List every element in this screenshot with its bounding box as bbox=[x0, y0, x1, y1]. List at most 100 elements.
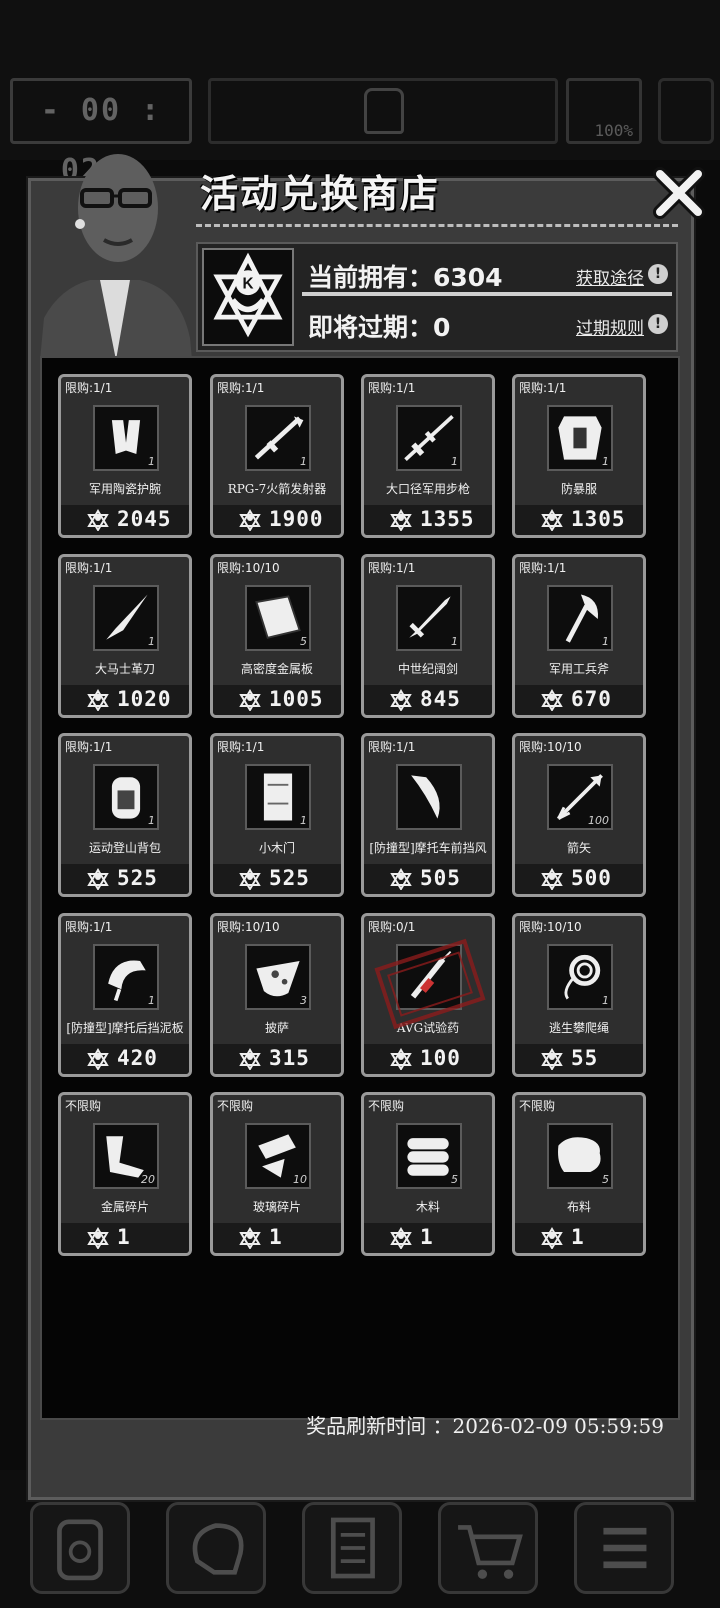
currency-icon bbox=[239, 1048, 261, 1070]
currency-icon bbox=[87, 1048, 109, 1070]
item-name: 军用工兵斧 bbox=[548, 662, 609, 676]
game-timer: - 00 : 02 - bbox=[10, 78, 192, 188]
item-icon-box: 5 bbox=[547, 1123, 613, 1189]
item-icon-box: 1 bbox=[245, 764, 311, 830]
item-name: 运动登山背包 bbox=[88, 841, 161, 855]
nav-skills-button[interactable] bbox=[166, 1502, 266, 1594]
item-price: 525 bbox=[117, 866, 158, 890]
item-price: 500 bbox=[571, 866, 612, 890]
currency-icon bbox=[239, 1227, 261, 1249]
item-price: 420 bbox=[117, 1046, 158, 1070]
item-icon-box: 1 bbox=[93, 405, 159, 471]
item-name: 高密度金属板 bbox=[240, 662, 313, 676]
shop-item-card[interactable]: 限购:1/1 1 军用工兵斧 670 bbox=[512, 554, 646, 718]
health-indicator: 100% bbox=[566, 78, 642, 144]
item-name: 防暴服 bbox=[560, 482, 597, 496]
sold-out-stamp bbox=[374, 938, 486, 1030]
item-quantity: 1 bbox=[148, 455, 155, 468]
price-bar: 1355 bbox=[364, 505, 492, 535]
item-price: 670 bbox=[571, 687, 612, 711]
item-quantity: 5 bbox=[451, 1173, 458, 1186]
hud-bar: - 00 : 02 - 100% bbox=[0, 0, 720, 188]
item-icon-box: 100 bbox=[547, 764, 613, 830]
purchase-limit: 不限购 bbox=[217, 1099, 254, 1113]
price-bar: 2045 bbox=[61, 505, 189, 535]
currency-icon bbox=[541, 868, 563, 890]
item-price: 505 bbox=[420, 866, 461, 890]
shop-item-card[interactable]: 不限购 20 金属碎片 1 bbox=[58, 1092, 192, 1256]
currency-icon bbox=[87, 509, 109, 531]
purchase-limit: 限购:1/1 bbox=[65, 920, 113, 934]
shop-item-card[interactable]: 不限购 5 布料 1 bbox=[512, 1092, 646, 1256]
currency-icon bbox=[541, 689, 563, 711]
nav-backpack-button[interactable] bbox=[30, 1502, 130, 1594]
currency-icon bbox=[87, 1227, 109, 1249]
nav-menu-button[interactable] bbox=[574, 1502, 674, 1594]
price-bar: 1 bbox=[364, 1223, 492, 1253]
cart-icon bbox=[458, 1525, 523, 1579]
price-bar: 525 bbox=[213, 864, 341, 894]
item-quantity: 1 bbox=[451, 635, 458, 648]
item-icon-box: 1 bbox=[396, 585, 462, 651]
shop-item-card[interactable]: 限购:10/10 100 箭矢 500 bbox=[512, 733, 646, 897]
close-button[interactable] bbox=[652, 166, 706, 220]
item-quantity: 10 bbox=[293, 1173, 307, 1186]
expire-rules-link[interactable]: 过期规则 bbox=[576, 314, 644, 339]
item-name: RPG-7火箭发射器 bbox=[227, 482, 327, 496]
purchase-limit: 限购:1/1 bbox=[519, 561, 567, 575]
item-icon-box: 3 bbox=[245, 944, 311, 1010]
shop-item-card[interactable]: 限购:1/1 1 运动登山背包 525 bbox=[58, 733, 192, 897]
shop-item-card[interactable]: 限购:1/1 1 防暴服 1305 bbox=[512, 374, 646, 538]
item-quantity: 100 bbox=[588, 814, 609, 827]
price-bar: 315 bbox=[213, 1044, 341, 1074]
item-price: 525 bbox=[269, 866, 310, 890]
nav-tasks-button[interactable] bbox=[302, 1502, 402, 1594]
nav-shop-button[interactable] bbox=[438, 1502, 538, 1594]
refresh-time: 奖品刷新时间 ：2026-02-09 05:59:59 bbox=[306, 1414, 664, 1438]
item-icon-box: 1 bbox=[93, 944, 159, 1010]
shop-item-card[interactable]: 限购:10/10 3 披萨 315 bbox=[210, 913, 344, 1077]
brain-icon bbox=[192, 1523, 244, 1575]
shop-item-card[interactable]: 限购:1/1 1 军用陶瓷护腕 2045 bbox=[58, 374, 192, 538]
item-quantity: 1 bbox=[602, 994, 609, 1007]
shop-item-card[interactable]: 限购:0/1 AVG试验药 100 bbox=[361, 913, 495, 1077]
item-price: 1305 bbox=[571, 507, 626, 531]
shop-item-card[interactable]: 限购:10/10 5 高密度金属板 1005 bbox=[210, 554, 344, 718]
shop-item-card[interactable]: 限购:1/1 1 大马士革刀 1020 bbox=[58, 554, 192, 718]
shop-item-card[interactable]: 限购:1/1 1 RPG-7火箭发射器 1900 bbox=[210, 374, 344, 538]
item-quantity: 1 bbox=[451, 455, 458, 468]
shop-item-card[interactable]: 限购:1/1 [防撞型]摩托车前挡风 505 bbox=[361, 733, 495, 897]
currency-icon bbox=[87, 689, 109, 711]
title-divider bbox=[196, 224, 678, 227]
info-icon[interactable]: ! bbox=[648, 314, 668, 334]
item-quantity: 1 bbox=[148, 994, 155, 1007]
shop-item-card[interactable]: 不限购 5 木料 1 bbox=[361, 1092, 495, 1256]
currency-icon bbox=[541, 509, 563, 531]
emblem-icon: K bbox=[213, 252, 283, 338]
info-icon[interactable]: ! bbox=[648, 264, 668, 284]
price-bar: 1 bbox=[61, 1223, 189, 1253]
purchase-limit: 限购:10/10 bbox=[519, 740, 582, 754]
shop-item-card[interactable]: 限购:1/1 1 中世纪阔剑 845 bbox=[361, 554, 495, 718]
shop-item-card[interactable]: 限购:1/1 1 小木门 525 bbox=[210, 733, 344, 897]
shop-item-card[interactable]: 限购:1/1 1 [防撞型]摩托后挡泥板 420 bbox=[58, 913, 192, 1077]
shop-item-card[interactable]: 限购:1/1 1 大口径军用步枪 1355 bbox=[361, 374, 495, 538]
shop-item-card[interactable]: 不限购 10 玻璃碎片 1 bbox=[210, 1092, 344, 1256]
svg-text:K: K bbox=[242, 275, 253, 292]
item-quantity: 1 bbox=[602, 455, 609, 468]
item-quantity: 3 bbox=[300, 994, 307, 1007]
item-icon-box bbox=[396, 764, 462, 830]
item-name: 小木门 bbox=[258, 841, 295, 855]
purchase-limit: 限购:0/1 bbox=[368, 920, 416, 934]
acquire-link[interactable]: 获取途径 bbox=[576, 264, 644, 289]
item-icon-box: 10 bbox=[245, 1123, 311, 1189]
item-icon-box: 1 bbox=[547, 944, 613, 1010]
notebook-icon bbox=[330, 1517, 375, 1579]
price-bar: 845 bbox=[364, 685, 492, 715]
price-bar: 420 bbox=[61, 1044, 189, 1074]
currency-icon bbox=[390, 509, 412, 531]
item-quantity: 1 bbox=[300, 814, 307, 827]
close-icon bbox=[653, 167, 705, 219]
shop-item-card[interactable]: 限购:10/10 1 逃生攀爬绳 55 bbox=[512, 913, 646, 1077]
merchant-portrait bbox=[40, 154, 192, 360]
